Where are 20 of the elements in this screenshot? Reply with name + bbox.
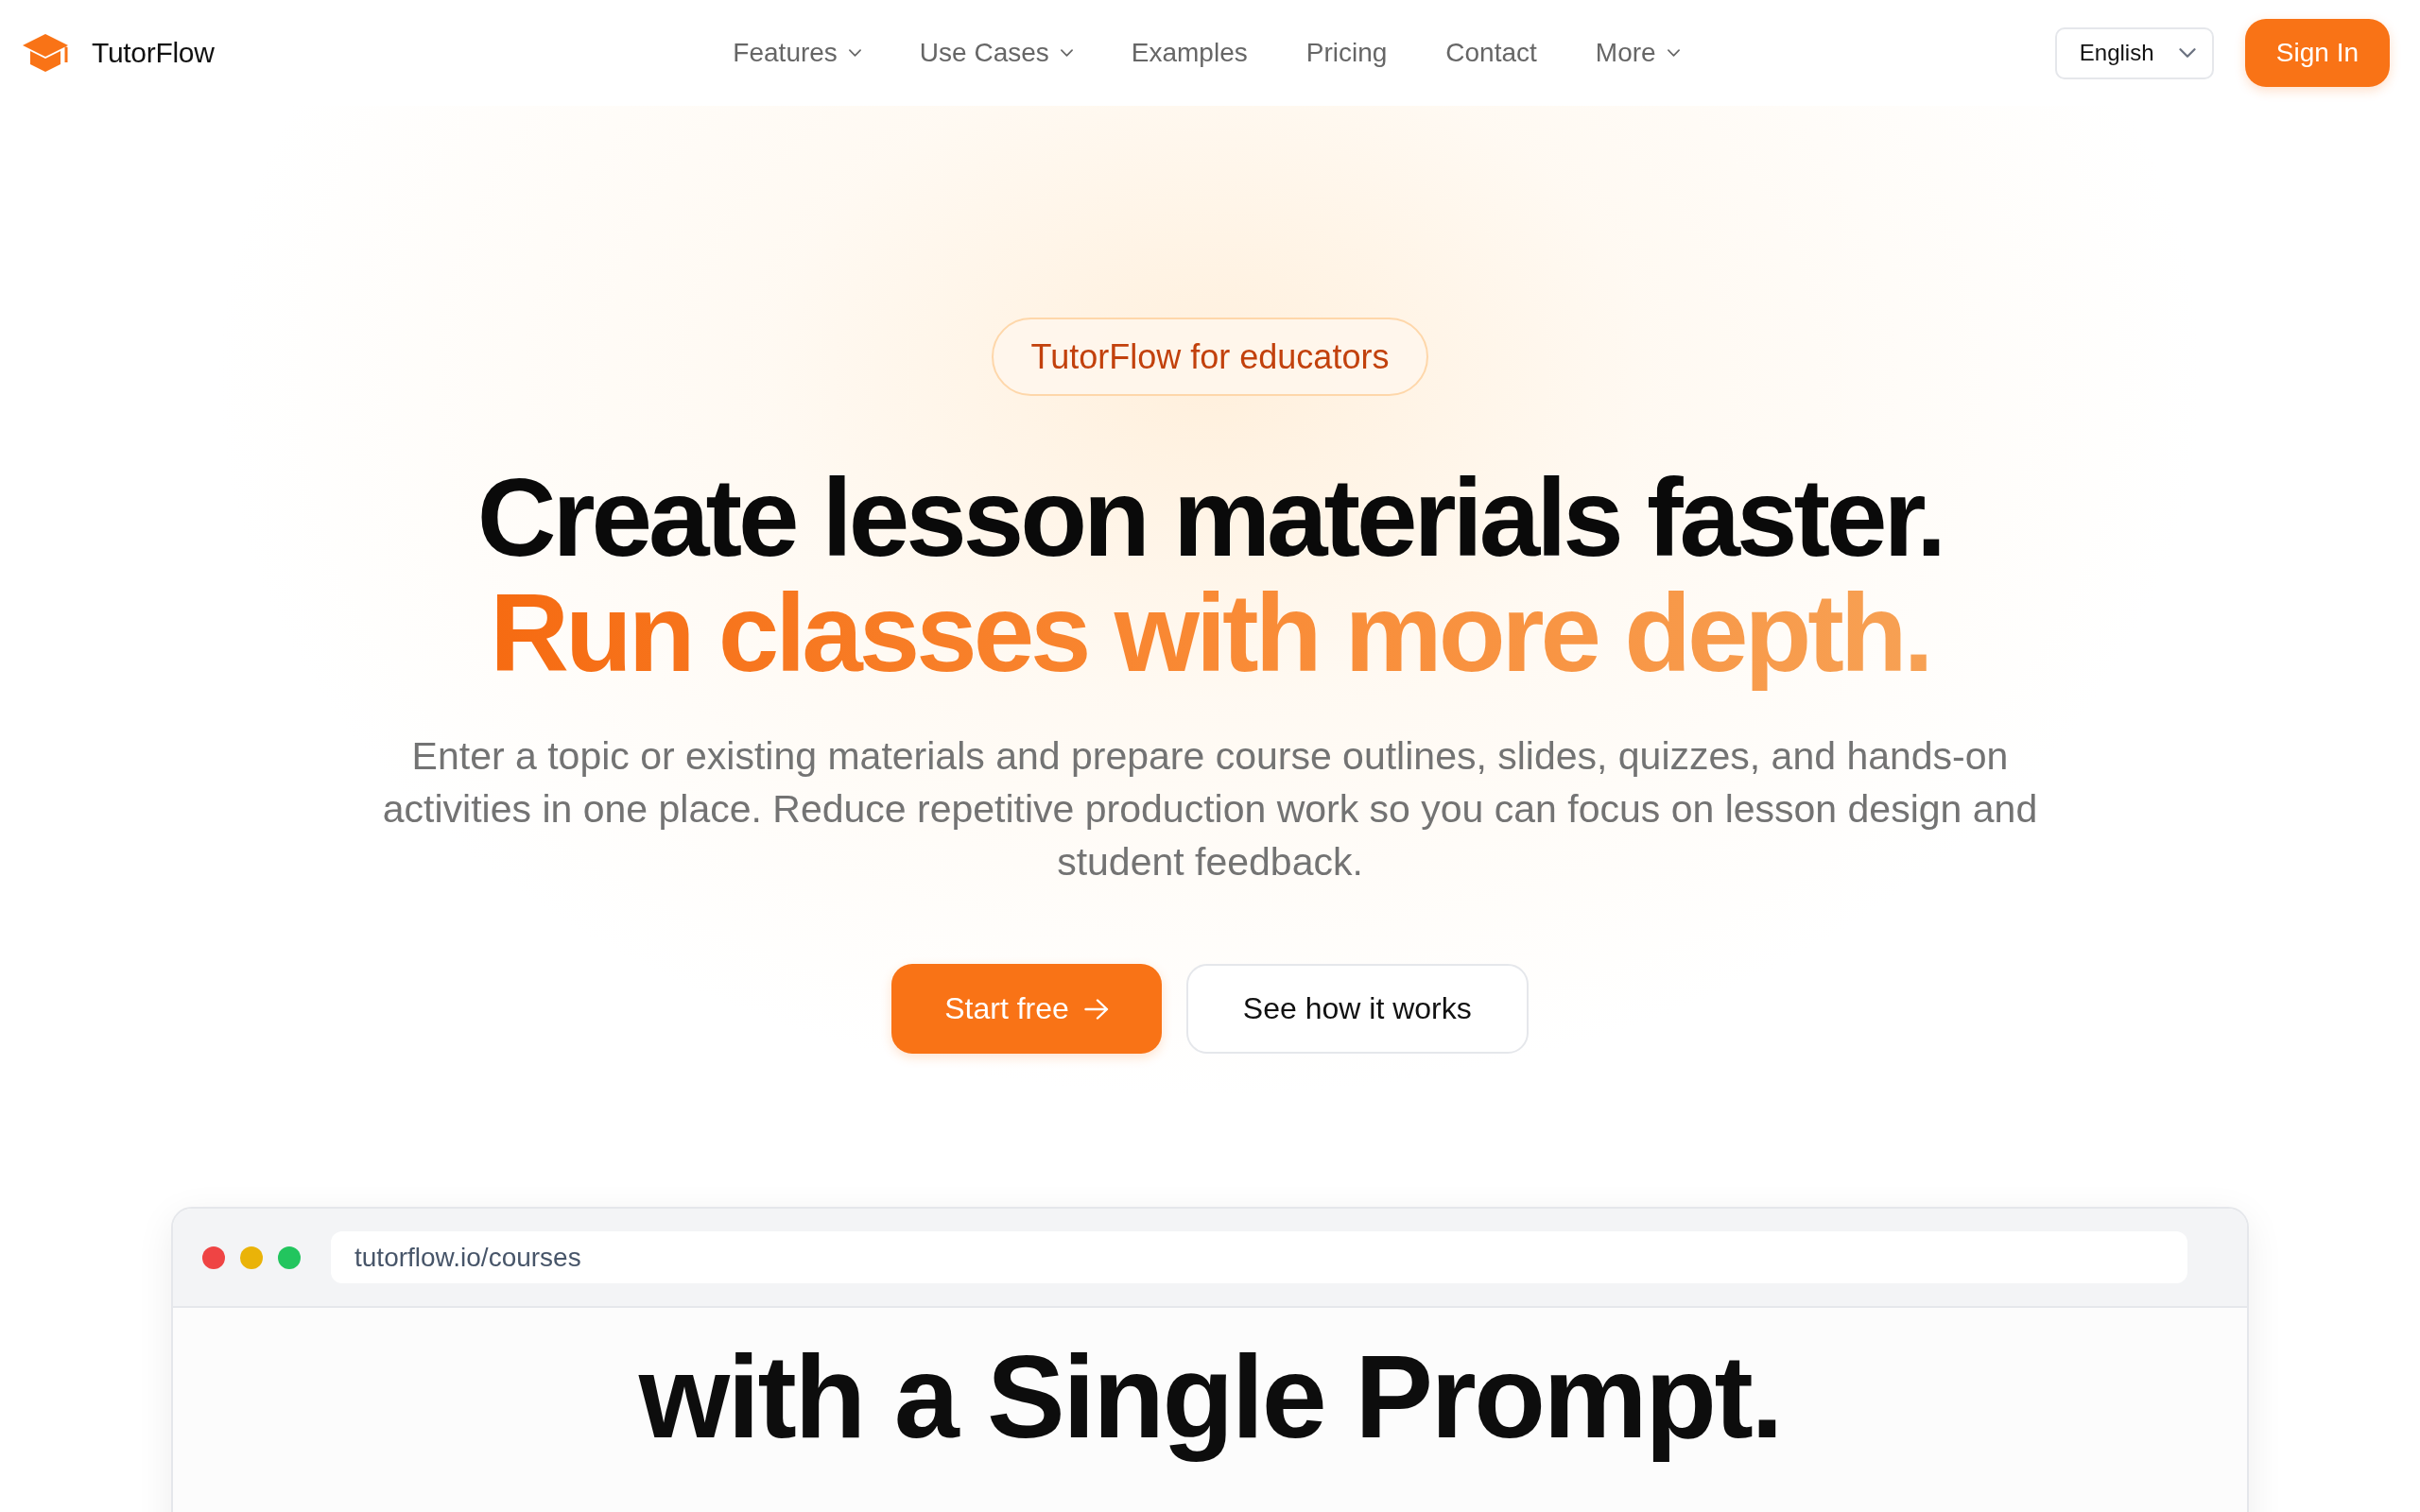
- nav-link[interactable]: Contact: [1445, 38, 1537, 68]
- nav-link[interactable]: Pricing: [1305, 38, 1388, 68]
- chevron-down-icon: [848, 49, 861, 57]
- nav-dropdown[interactable]: Use Cases: [919, 38, 1073, 68]
- audience-badge: TutorFlow for educators: [991, 318, 1429, 396]
- address-bar[interactable]: tutorflow.io/courses: [331, 1231, 2187, 1283]
- graduation-cap-icon: [23, 34, 68, 72]
- language-select[interactable]: English: [2054, 26, 2214, 79]
- headline-text: Create lesson materials faster.: [476, 460, 1944, 576]
- see-how-it-works-button[interactable]: See how it works: [1185, 964, 1529, 1054]
- description-text: Enter a topic or existing materials and prepare course outlines, slides, quizzes, and hands-on activities in one place. Reduce repetitive production work so you can focus on lesson design and student feedback.: [381, 733, 2039, 885]
- chevron-down-icon: [1060, 49, 1073, 57]
- chevron-down-icon: [1667, 49, 1680, 57]
- brand-name: TutorFlow: [92, 37, 215, 69]
- chevron-down-icon: [2178, 48, 2196, 58]
- arrow-right-icon: [1083, 998, 1109, 1020]
- nav-dropdown[interactable]: More: [1595, 38, 1680, 68]
- nav-dropdown[interactable]: Features: [733, 38, 861, 68]
- nav-link[interactable]: Examples: [1131, 38, 1248, 68]
- preview-heading: with a Single Prompt.: [638, 1331, 1782, 1464]
